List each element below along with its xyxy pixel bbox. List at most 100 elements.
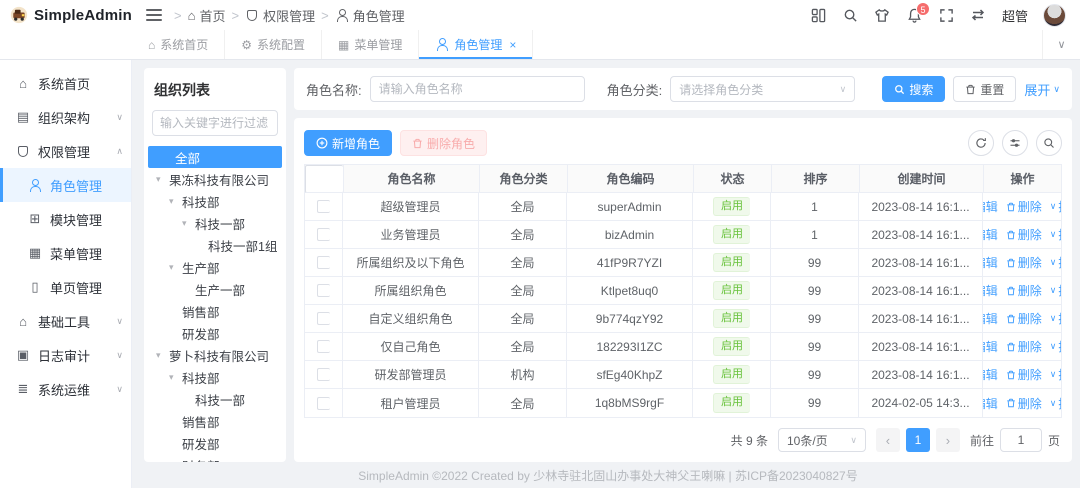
sidebar-item[interactable]: ⊞ 模块管理 xyxy=(0,202,131,236)
current-username[interactable]: 超管 xyxy=(1002,6,1028,25)
sidebar-item[interactable]: 权限管理 ∧ xyxy=(0,134,131,168)
row-checkbox[interactable] xyxy=(317,312,330,325)
prev-page-button[interactable]: ‹ xyxy=(876,428,900,452)
row-checkbox[interactable] xyxy=(317,228,330,241)
collapse-menu-icon[interactable] xyxy=(146,9,162,21)
row-checkbox[interactable] xyxy=(317,368,330,381)
tree-node[interactable]: ▾ 研发部 xyxy=(152,322,278,344)
sidebar-item[interactable]: ≣ 系统运维 ∨ xyxy=(0,372,131,406)
edit-link[interactable]: 编辑 xyxy=(983,254,998,271)
goto-page-input[interactable] xyxy=(1000,428,1042,452)
tree-expand-caret-icon[interactable]: ▾ xyxy=(156,174,169,185)
delete-link[interactable]: 删除 xyxy=(1006,338,1042,355)
search-button[interactable]: 搜索 xyxy=(882,76,945,102)
sidebar-item[interactable]: ▣ 日志审计 ∨ xyxy=(0,338,131,372)
delete-link[interactable]: 删除 xyxy=(1006,198,1042,215)
tab-item[interactable]: ⚙ 系统配置 xyxy=(225,30,322,59)
tree-node[interactable]: ▾ 果冻科技有限公司 xyxy=(152,168,278,190)
fullscreen-icon[interactable] xyxy=(938,7,955,24)
notifications-bell-icon[interactable]: 5 xyxy=(906,7,923,24)
add-role-button[interactable]: 新增角色 xyxy=(304,130,392,156)
tree-node[interactable]: ▾ 财务部 xyxy=(152,454,278,462)
layout-grid-icon[interactable] xyxy=(810,7,827,24)
tree-node[interactable]: ▾ 萝卜科技有限公司 xyxy=(152,344,278,366)
delete-link[interactable]: 删除 xyxy=(1006,282,1042,299)
authorize-link[interactable]: ∨ 授权 xyxy=(1050,282,1061,299)
tree-node[interactable]: ▾ 生产一部 xyxy=(152,278,278,300)
tree-node[interactable]: ▾ 科技一部 xyxy=(152,212,278,234)
app-logo[interactable]: SimpleAdmin xyxy=(0,4,132,26)
sidebar-item[interactable]: ▯ 单页管理 xyxy=(0,270,131,304)
tree-node[interactable]: ▾ 科技一部1组 xyxy=(152,234,278,256)
tree-node[interactable]: ▾ 销售部 xyxy=(152,300,278,322)
edit-link[interactable]: 编辑 xyxy=(983,366,998,383)
sidebar-item[interactable]: ⌂ 系统首页 xyxy=(0,66,131,100)
search-icon[interactable] xyxy=(842,7,859,24)
authorize-link[interactable]: ∨ 授权 xyxy=(1050,198,1061,215)
edit-link[interactable]: 编辑 xyxy=(983,395,998,412)
breadcrumb-item[interactable]: > ⌂ 首页 xyxy=(174,6,225,25)
org-filter-input[interactable] xyxy=(152,110,278,136)
tree-node[interactable]: ▾ 科技部 xyxy=(152,190,278,212)
edit-link[interactable]: 编辑 xyxy=(983,310,998,327)
authorize-link[interactable]: ∨ 授权 xyxy=(1050,338,1061,355)
tab-item[interactable]: 角色管理 × xyxy=(419,30,533,59)
row-checkbox[interactable] xyxy=(317,284,330,297)
sidebar-item[interactable]: ▤ 组织架构 ∨ xyxy=(0,100,131,134)
current-page-button[interactable]: 1 xyxy=(906,428,930,452)
row-checkbox[interactable] xyxy=(317,340,330,353)
sidebar-item[interactable]: ▦ 菜单管理 xyxy=(0,236,131,270)
authorize-link[interactable]: ∨ 授权 xyxy=(1050,366,1061,383)
refresh-button[interactable] xyxy=(968,130,994,156)
delete-role-button[interactable]: 删除角色 xyxy=(400,130,487,156)
theme-tshirt-icon[interactable] xyxy=(874,7,891,24)
column-settings-button[interactable] xyxy=(1002,130,1028,156)
row-checkbox[interactable] xyxy=(317,256,330,269)
tree-expand-caret-icon[interactable]: ▾ xyxy=(169,372,182,383)
edit-link[interactable]: 编辑 xyxy=(983,226,998,243)
switch-arrows-icon[interactable] xyxy=(970,7,987,24)
row-checkbox[interactable] xyxy=(317,200,330,213)
authorize-link[interactable]: ∨ 授权 xyxy=(1050,226,1061,243)
authorize-link[interactable]: ∨ 授权 xyxy=(1050,254,1061,271)
tree-expand-caret-icon[interactable]: ▾ xyxy=(182,218,195,229)
reset-button[interactable]: 重置 xyxy=(953,76,1016,102)
tab-close-icon[interactable]: × xyxy=(509,38,516,52)
tree-expand-caret-icon[interactable]: ▾ xyxy=(156,350,169,361)
table-search-button[interactable] xyxy=(1036,130,1062,156)
breadcrumb-item[interactable]: > 角色管理 xyxy=(321,6,405,25)
tree-node[interactable]: ▾ 全部 xyxy=(148,146,282,168)
delete-link[interactable]: 删除 xyxy=(1006,395,1042,412)
edit-link[interactable]: 编辑 xyxy=(983,338,998,355)
tree-node[interactable]: ▾ 科技部 xyxy=(152,366,278,388)
authorize-link[interactable]: ∨ 授权 xyxy=(1050,310,1061,327)
breadcrumb-item[interactable]: > 权限管理 xyxy=(231,6,315,25)
tabs-dropdown-chevron-icon[interactable]: ∨ xyxy=(1042,30,1080,59)
tree-node[interactable]: ▾ 科技一部 xyxy=(152,388,278,410)
tab-item[interactable]: ⌂ 系统首页 xyxy=(132,30,225,59)
row-checkbox[interactable] xyxy=(317,397,330,410)
user-avatar[interactable] xyxy=(1043,4,1066,27)
next-page-button[interactable]: › xyxy=(936,428,960,452)
delete-link[interactable]: 删除 xyxy=(1006,254,1042,271)
page-size-select[interactable]: 10条/页 ∨ xyxy=(778,428,866,452)
authorize-link[interactable]: ∨ 授权 xyxy=(1050,395,1061,412)
tree-expand-caret-icon[interactable]: ▾ xyxy=(169,196,182,207)
delete-link[interactable]: 删除 xyxy=(1006,310,1042,327)
role-name-input[interactable] xyxy=(370,76,585,102)
select-all-checkbox[interactable] xyxy=(305,165,343,193)
tree-expand-caret-icon[interactable]: ▾ xyxy=(169,262,182,273)
delete-link[interactable]: 删除 xyxy=(1006,226,1042,243)
sidebar-item[interactable]: 角色管理 xyxy=(0,168,131,202)
sidebar-item[interactable]: ⌂ 基础工具 ∨ xyxy=(0,304,131,338)
tab-item[interactable]: ▦ 菜单管理 xyxy=(322,30,419,59)
edit-link[interactable]: 编辑 xyxy=(983,282,998,299)
tree-node[interactable]: ▾ 销售部 xyxy=(152,410,278,432)
delete-link[interactable]: 删除 xyxy=(1006,366,1042,383)
tree-node[interactable]: ▾ 生产部 xyxy=(152,256,278,278)
chevron-down-icon: ∨ xyxy=(840,84,847,95)
role-category-select[interactable]: 请选择角色分类 ∨ xyxy=(670,76,855,102)
expand-filters-link[interactable]: 展开∨ xyxy=(1024,80,1060,99)
tree-node[interactable]: ▾ 研发部 xyxy=(152,432,278,454)
edit-link[interactable]: 编辑 xyxy=(983,198,998,215)
